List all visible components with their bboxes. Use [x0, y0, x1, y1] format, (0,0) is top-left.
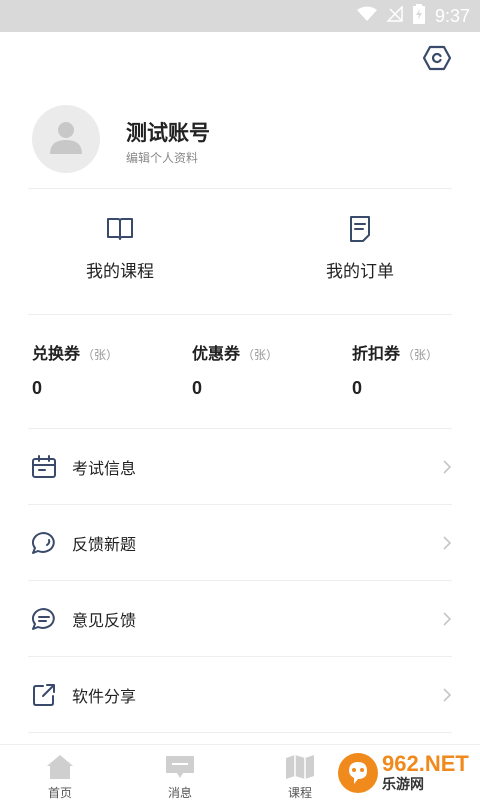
- tab-label: 课程: [287, 786, 312, 800]
- coupon-title: 优惠券: [192, 346, 241, 363]
- coupon-count: 0: [32, 378, 43, 398]
- profile-header[interactable]: 测试账号 编辑个人资料: [32, 105, 452, 175]
- chevron-right-icon: [442, 505, 452, 580]
- coupon-unit: （张）: [242, 348, 279, 362]
- menu-label: 软件分享: [72, 688, 137, 706]
- rebate-coupon[interactable]: 折扣券 （张） 0: [352, 340, 480, 410]
- user-avatar-icon: [46, 117, 86, 161]
- divider: [28, 732, 452, 733]
- calendar-icon: [30, 453, 58, 481]
- coupon-count: 0: [352, 378, 363, 398]
- discount-coupon[interactable]: 优惠券 （张） 0: [192, 340, 332, 410]
- open-book-icon: [105, 214, 135, 244]
- menu-label: 反馈新题: [72, 536, 137, 554]
- my-courses-button[interactable]: 我的课程: [0, 214, 240, 284]
- coupon-count: 0: [192, 378, 203, 398]
- share-external-icon: [30, 681, 58, 709]
- coupon-title: 折扣券: [352, 346, 401, 363]
- message-lines-icon: [30, 605, 58, 633]
- coupon-unit: （张）: [82, 348, 119, 362]
- avatar[interactable]: [32, 105, 100, 173]
- my-orders-button[interactable]: 我的订单: [240, 214, 480, 284]
- tab-label: 首页: [47, 786, 72, 800]
- profile-name: 测试账号: [126, 122, 210, 145]
- hexagon-settings-icon: [422, 45, 452, 75]
- coupon-title: 兑换券: [32, 346, 81, 363]
- menu-item-exam-info[interactable]: 考试信息: [28, 429, 452, 504]
- menu-label: 意见反馈: [72, 612, 137, 630]
- menu-label: 考试信息: [72, 460, 137, 478]
- divider: [28, 188, 452, 189]
- home-icon: [45, 753, 75, 780]
- wifi-icon: [356, 6, 377, 26]
- map-book-icon: [285, 753, 315, 780]
- settings-button[interactable]: [422, 45, 452, 75]
- watermark-badge-icon: [338, 753, 378, 793]
- status-icons: 9:37: [356, 0, 470, 32]
- message-icon: [165, 753, 195, 780]
- my-courses-label: 我的课程: [86, 262, 154, 281]
- edit-profile-link[interactable]: 编辑个人资料: [126, 149, 198, 166]
- tab-label: 消息: [167, 786, 192, 800]
- chevron-right-icon: [442, 581, 452, 656]
- menu-item-feedback-question[interactable]: 反馈新题: [28, 505, 452, 580]
- status-bar: 9:37: [0, 0, 480, 32]
- divider: [28, 314, 452, 315]
- chat-bubble-icon: [30, 529, 58, 557]
- coupon-unit: （张）: [402, 348, 439, 362]
- watermark-text: 962.NET: [382, 751, 469, 776]
- menu-item-suggestions[interactable]: 意见反馈: [28, 581, 452, 656]
- signal-off-icon: [386, 5, 403, 26]
- chevron-right-icon: [442, 657, 452, 732]
- battery-charging-icon: [412, 4, 425, 28]
- status-time: 9:37: [434, 5, 470, 26]
- chevron-right-icon: [442, 429, 452, 504]
- exchange-coupon[interactable]: 兑换券 （张） 0: [32, 340, 172, 410]
- watermark-subtext: 乐游网: [382, 776, 424, 792]
- watermark-logo: 962.NET 乐游网: [338, 748, 478, 798]
- menu-item-share-app[interactable]: 软件分享: [28, 657, 452, 732]
- tab-messages[interactable]: 消息: [120, 745, 240, 800]
- document-icon: [345, 214, 375, 244]
- my-orders-label: 我的订单: [326, 262, 394, 281]
- tab-home[interactable]: 首页: [0, 745, 120, 800]
